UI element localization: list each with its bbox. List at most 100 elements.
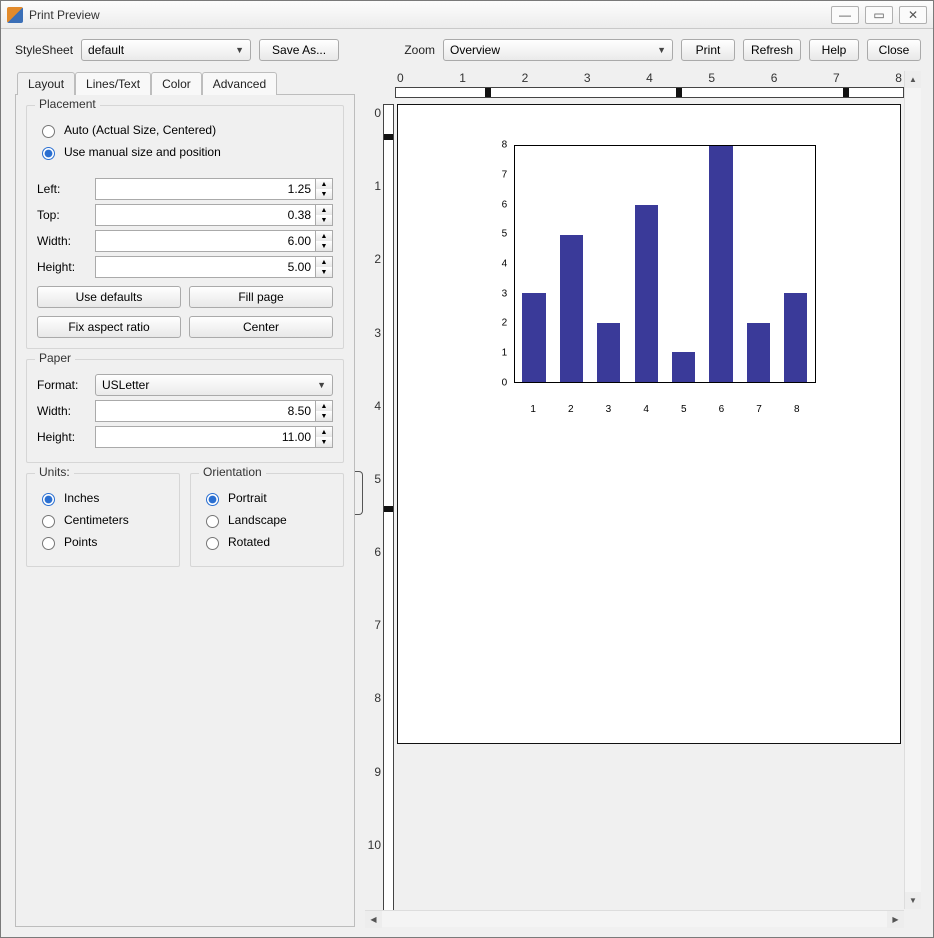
tabs: Layout Lines/Text Color Advanced (17, 71, 355, 94)
fill-page-button[interactable]: Fill page (189, 286, 333, 308)
refresh-button[interactable]: Refresh (743, 39, 801, 61)
orientation-portrait-radio[interactable] (206, 493, 219, 506)
tab-advanced-label: Advanced (213, 77, 266, 91)
units-centimeters-radio[interactable] (42, 515, 55, 528)
fill-page-label: Fill page (238, 290, 283, 304)
paper-width-value[interactable] (95, 400, 315, 422)
paper-width-input[interactable]: ▲▼ (95, 400, 333, 422)
left-input[interactable]: ▲▼ (95, 178, 333, 200)
chevron-up-icon[interactable]: ▲ (316, 205, 332, 215)
center-button[interactable]: Center (189, 316, 333, 338)
chevron-down-icon[interactable]: ▼ (316, 411, 332, 421)
chart-x-tick: 4 (643, 404, 649, 415)
orientation-landscape-radio[interactable] (206, 515, 219, 528)
chevron-down-icon[interactable]: ▼ (316, 189, 332, 199)
zoom-select[interactable]: Overview ▼ (443, 39, 673, 61)
ruler-mark[interactable] (384, 506, 393, 512)
orientation-title: Orientation (199, 465, 266, 479)
scroll-left-icon[interactable]: ◀ (365, 911, 382, 928)
paper-group: Paper Format: USLetter ▼ Width: (26, 359, 344, 463)
chevron-up-icon[interactable]: ▲ (316, 179, 332, 189)
chevron-up-icon[interactable]: ▲ (316, 257, 332, 267)
paper-height-input[interactable]: ▲▼ (95, 426, 333, 448)
width-label: Width: (37, 234, 89, 248)
tab-lines-text-label: Lines/Text (86, 77, 140, 91)
body: Layout Lines/Text Color Advanced Placeme… (15, 71, 921, 927)
chevron-down-icon[interactable]: ▼ (316, 267, 332, 277)
height-input[interactable]: ▲▼ (95, 256, 333, 278)
fix-aspect-button[interactable]: Fix aspect ratio (37, 316, 181, 338)
ruler-tick: 0 (397, 71, 404, 85)
chevron-up-icon[interactable]: ▲ (316, 231, 332, 241)
save-as-button[interactable]: Save As... (259, 39, 339, 61)
top-label: Top: (37, 208, 89, 222)
width-spinner[interactable]: ▲▼ (315, 230, 333, 252)
ruler-tick: 1 (365, 179, 381, 193)
zoom-label: Zoom (404, 43, 435, 57)
scroll-right-icon[interactable]: ▶ (887, 911, 904, 928)
close-button[interactable]: Close (867, 39, 921, 61)
stylesheet-select[interactable]: default ▼ (81, 39, 251, 61)
paper-height-spinner[interactable]: ▲▼ (315, 426, 333, 448)
top-value[interactable] (95, 204, 315, 226)
orientation-rotated-radio[interactable] (206, 537, 219, 550)
height-value[interactable] (95, 256, 315, 278)
left-value[interactable] (95, 178, 315, 200)
chevron-down-icon[interactable]: ▼ (316, 241, 332, 251)
chevron-up-icon[interactable]: ▲ (316, 427, 332, 437)
left-label: Left: (37, 182, 89, 196)
format-select[interactable]: USLetter ▼ (95, 374, 333, 396)
chart-y-tick: 8 (472, 140, 507, 151)
print-button[interactable]: Print (681, 39, 735, 61)
units-inches-radio[interactable] (42, 493, 55, 506)
width-input[interactable]: ▲▼ (95, 230, 333, 252)
chevron-down-icon[interactable]: ▼ (316, 215, 332, 225)
ruler-mark[interactable] (676, 88, 682, 97)
scroll-up-icon[interactable]: ▲ (905, 71, 921, 88)
horizontal-scrollbar[interactable]: ◀ ▶ (365, 910, 904, 927)
units-centimeters-label: Centimeters (64, 513, 129, 527)
placement-auto-radio[interactable] (42, 125, 55, 138)
paper-title: Paper (35, 351, 75, 365)
height-spinner[interactable]: ▲▼ (315, 256, 333, 278)
horizontal-ruler-bar[interactable] (395, 87, 904, 98)
ruler-mark[interactable] (843, 88, 849, 97)
tab-layout[interactable]: Layout (17, 72, 75, 95)
vertical-scrollbar[interactable]: ▲ ▼ (904, 71, 921, 909)
preview-panel: 012345678 01234567891011 (365, 71, 921, 927)
chart-x-tick: 3 (606, 404, 612, 415)
orientation-group: Orientation Portrait Landscape Rotated (190, 473, 344, 567)
maximize-button[interactable]: ▭ (865, 6, 893, 24)
placement-manual-radio[interactable] (42, 147, 55, 160)
close-label: Close (879, 43, 910, 57)
chevron-up-icon[interactable]: ▲ (316, 401, 332, 411)
paper-width-label: Width: (37, 404, 89, 418)
chart-bar (747, 323, 770, 382)
tab-color[interactable]: Color (151, 72, 202, 95)
app-icon (7, 7, 23, 23)
ruler-mark[interactable] (384, 134, 393, 140)
vertical-ruler-bar[interactable] (383, 104, 394, 927)
tab-advanced[interactable]: Advanced (202, 72, 277, 95)
top-input[interactable]: ▲▼ (95, 204, 333, 226)
use-defaults-button[interactable]: Use defaults (37, 286, 181, 308)
paper-width-spinner[interactable]: ▲▼ (315, 400, 333, 422)
help-button[interactable]: Help (809, 39, 859, 61)
units-points-radio[interactable] (42, 537, 55, 550)
width-value[interactable] (95, 230, 315, 252)
top-spinner[interactable]: ▲▼ (315, 204, 333, 226)
page-scroll[interactable]: 01234567812345678 (395, 104, 921, 927)
tab-lines-text[interactable]: Lines/Text (75, 72, 151, 95)
minimize-button[interactable]: — (831, 6, 859, 24)
ruler-mark[interactable] (485, 88, 491, 97)
ruler-tick: 5 (708, 71, 715, 85)
paper-height-value[interactable] (95, 426, 315, 448)
splitter-handle[interactable] (355, 471, 363, 515)
titlebar: Print Preview — ▭ ✕ (1, 1, 933, 29)
left-spinner[interactable]: ▲▼ (315, 178, 333, 200)
chevron-down-icon[interactable]: ▼ (316, 437, 332, 447)
scroll-down-icon[interactable]: ▼ (905, 892, 921, 909)
close-window-button[interactable]: ✕ (899, 6, 927, 24)
chart-bar (784, 293, 807, 381)
horizontal-ruler: 012345678 (395, 71, 921, 98)
